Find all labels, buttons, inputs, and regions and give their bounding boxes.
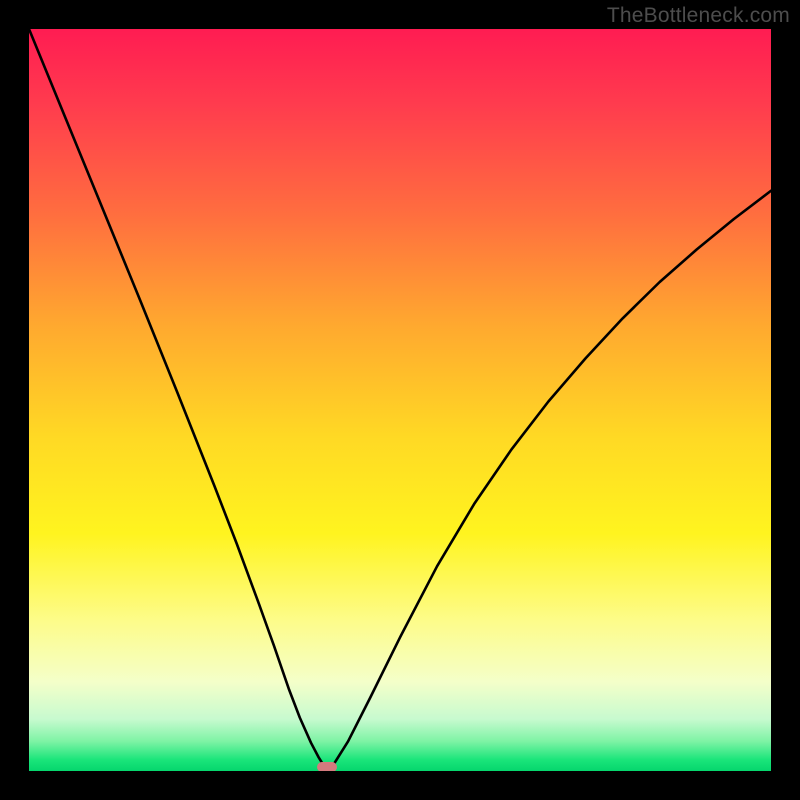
bottleneck-curve bbox=[29, 29, 771, 771]
plot-area bbox=[29, 29, 771, 771]
curve-left-branch bbox=[29, 29, 324, 767]
watermark-text: TheBottleneck.com bbox=[607, 4, 790, 28]
optimum-marker bbox=[317, 762, 337, 771]
chart-frame: TheBottleneck.com bbox=[0, 0, 800, 800]
curve-right-branch bbox=[333, 191, 771, 765]
